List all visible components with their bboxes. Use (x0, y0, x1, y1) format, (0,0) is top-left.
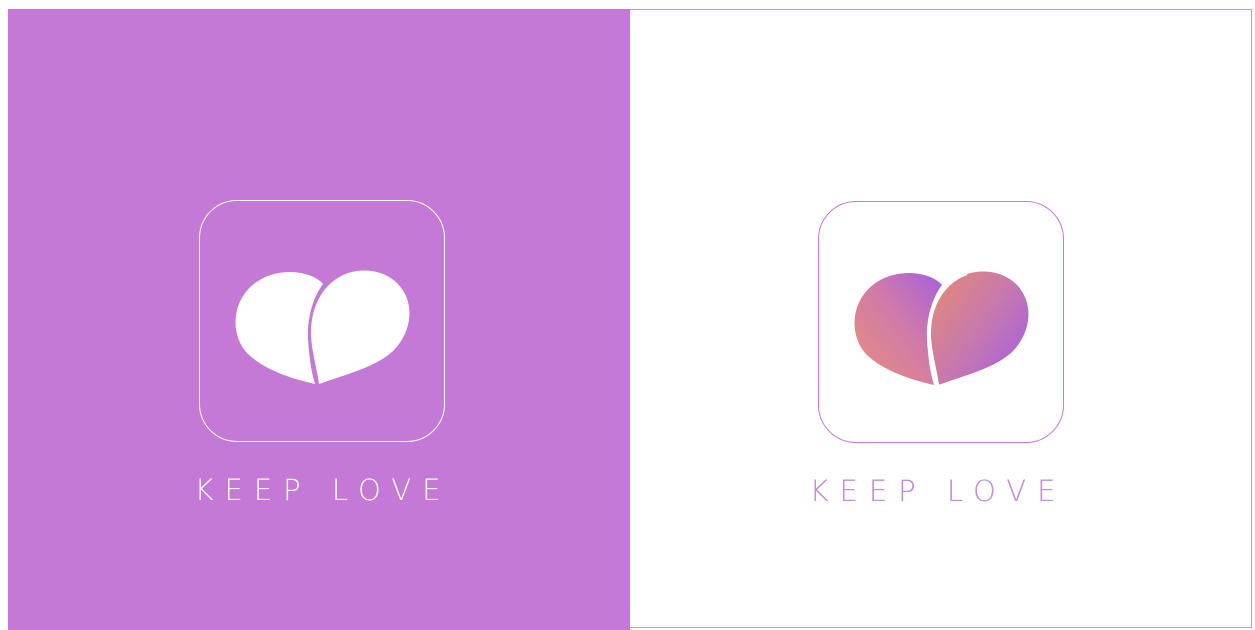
white-background-panel: KEEP LOVE (630, 9, 1252, 628)
logo-showcase: KEEP LOVE KEEP LOVE (0, 0, 1255, 630)
brand-caption: KEEP LOVE (194, 473, 452, 507)
purple-background-panel: KEEP LOVE (8, 9, 630, 630)
app-icon-outline (818, 201, 1064, 443)
brand-caption: KEEP LOVE (627, 474, 1249, 508)
heart-logo-gradient-icon (854, 271, 1029, 386)
heart-logo-icon (235, 270, 410, 384)
app-icon-outline (199, 200, 445, 442)
